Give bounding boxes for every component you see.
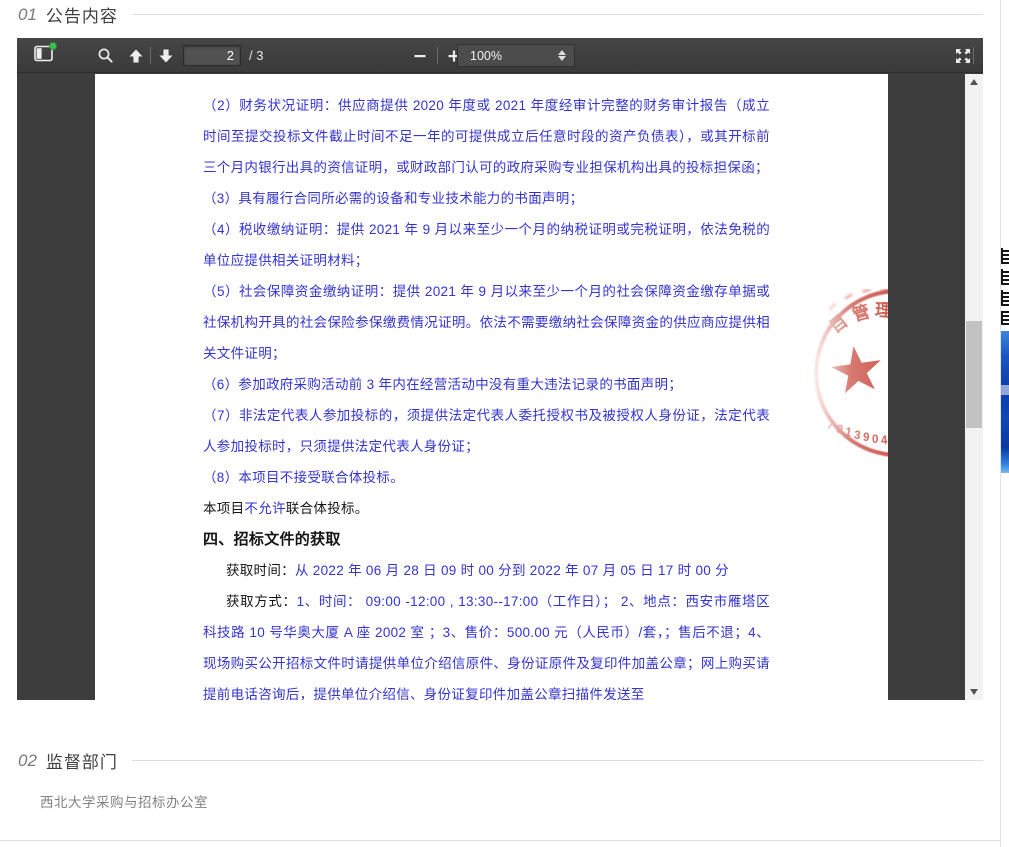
vertical-tab-fragment[interactable] xyxy=(1001,269,1009,285)
page-up-icon xyxy=(128,48,144,64)
next-page-button[interactable] xyxy=(153,38,179,73)
pdf-content-area: （2）财务状况证明：供应商提供 2020 年度或 2021 年度经审计完整的财务… xyxy=(17,74,983,700)
doc-heading: 四、招标文件的获取 xyxy=(203,524,770,555)
seal-serial-digit: 9 xyxy=(863,432,870,444)
red-seal-stamp: 目管理7013904 xyxy=(814,289,888,457)
section-title-announcement: 公告内容 xyxy=(46,2,118,27)
toolbar-separator xyxy=(437,47,438,64)
doc-paragraph: （7）非法定代表人参加投标的，须提供法定代表人委托授权书及被授权人身份证，法定代… xyxy=(203,400,770,462)
vertical-tab-fragment[interactable] xyxy=(1001,248,1009,264)
zoom-level-value: 100% xyxy=(470,49,502,63)
doc-paragraph: 获取时间：从 2022 年 06 月 28 日 09 时 00 分到 2022 … xyxy=(203,555,770,586)
section-number: 02 xyxy=(18,751,37,771)
search-button[interactable] xyxy=(89,38,121,73)
promo-banner-fragment[interactable] xyxy=(1001,331,1009,473)
sidebar-toggle-icon xyxy=(34,45,53,67)
doc-paragraph: 本项目不允许联合体投标。 xyxy=(203,493,770,524)
page: 01 公告内容 xyxy=(0,0,1009,847)
pdf-page: （2）财务状况证明：供应商提供 2020 年度或 2021 年度经审计完整的财务… xyxy=(95,74,888,700)
page-count-label: / 3 xyxy=(249,38,263,73)
doc-paragraph: （5）社会保障资金缴纳证明：提供 2021 年 9 月以来至少一个月的社会保障资… xyxy=(203,276,770,369)
vertical-tab-fragment[interactable] xyxy=(1001,311,1009,325)
doc-paragraph: （4）税收缴纳证明：提供 2021 年 9 月以来至少一个月的纳税证明或完税证明… xyxy=(203,214,770,276)
scrollbar-thumb[interactable] xyxy=(966,321,982,428)
section-title-supervision: 监督部门 xyxy=(46,748,118,773)
toolbar-separator xyxy=(973,47,974,64)
doc-paragraph: （8）本项目不接受联合体投标。 xyxy=(203,462,770,493)
pdf-viewer: / 3 100% xyxy=(17,38,983,700)
seal-serial-digit: 0 xyxy=(872,434,878,446)
section-divider xyxy=(132,760,983,761)
supervision-department: 西北大学采购与招标办公室 xyxy=(40,791,208,811)
scroll-up-icon xyxy=(970,79,978,85)
scrollbar-down-button[interactable] xyxy=(965,684,983,700)
scrollbar-up-button[interactable] xyxy=(965,74,983,90)
zoom-out-icon xyxy=(413,49,427,63)
document-text: （2）财务状况证明：供应商提供 2020 年度或 2021 年度经审计完整的财务… xyxy=(95,74,888,700)
search-icon xyxy=(97,47,114,64)
doc-paragraph: （6）参加政府采购活动前 3 年内在经营活动中没有重大违法记录的书面声明； xyxy=(203,369,770,400)
notification-dot xyxy=(49,42,57,50)
doc-paragraph: 获取方式：1、时间： 09:00 -12:00 , 13:30--17:00（工… xyxy=(203,586,770,700)
fullscreen-button[interactable] xyxy=(946,38,980,73)
doc-paragraph: （3）具有履行合同所必需的设备和专业技术能力的书面声明； xyxy=(203,183,770,214)
sidebar-toggle-button[interactable] xyxy=(25,38,61,73)
toolbar-separator xyxy=(150,47,151,64)
zoom-select[interactable]: 100% xyxy=(457,44,575,67)
panel-bottom-divider xyxy=(0,840,1000,841)
section-header-announcement: 01 公告内容 xyxy=(18,2,983,27)
previous-page-button[interactable] xyxy=(123,38,149,73)
section-divider xyxy=(132,14,983,15)
section-header-supervision: 02 监督部门 xyxy=(18,748,983,773)
vertical-tab-fragment[interactable] xyxy=(1001,290,1009,306)
seal-serial-digit: 4 xyxy=(881,435,888,447)
pdf-toolbar: / 3 100% xyxy=(17,38,983,73)
section-number: 01 xyxy=(18,5,37,25)
scroll-down-icon xyxy=(970,689,978,695)
select-spinner-icon xyxy=(558,50,566,61)
page-number-input[interactable] xyxy=(183,45,241,66)
zoom-out-button[interactable] xyxy=(406,38,434,73)
seal-arc-text: 理 xyxy=(874,295,888,321)
fullscreen-icon xyxy=(954,47,972,65)
pdf-scrollbar[interactable] xyxy=(965,74,983,700)
doc-paragraph: （2）财务状况证明：供应商提供 2020 年度或 2021 年度经审计完整的财务… xyxy=(203,90,770,183)
page-down-icon xyxy=(158,48,174,64)
